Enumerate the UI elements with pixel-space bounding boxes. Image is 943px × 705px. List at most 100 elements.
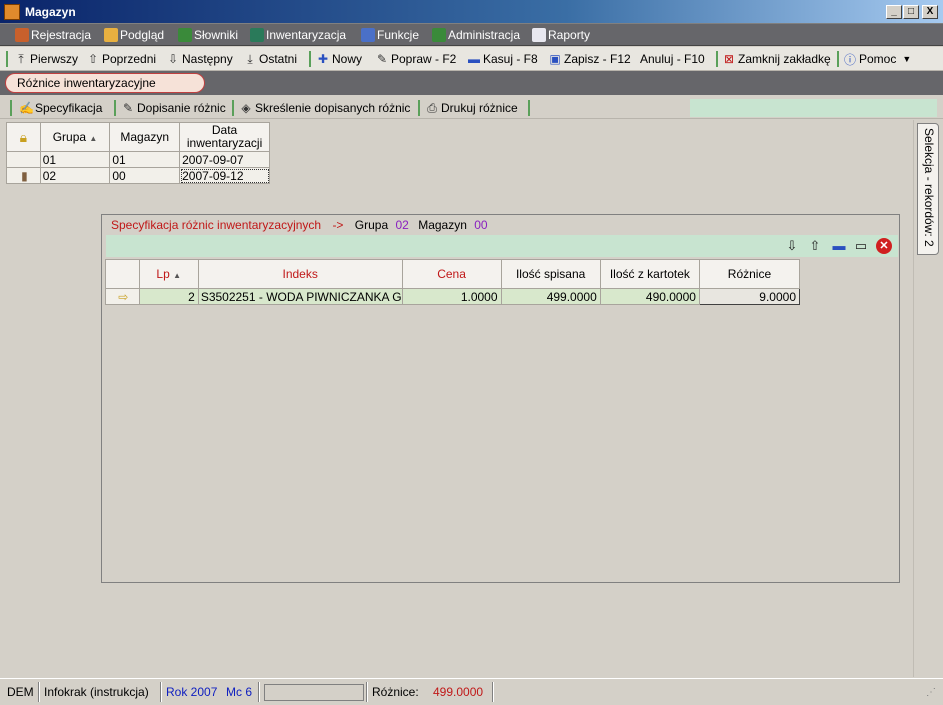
last-record-button[interactable]: ⤓ Ostatni [243,51,297,67]
button-label: Pierwszy [30,52,79,66]
arrow-right-icon: ⇨ [118,289,129,304]
table-row[interactable]: 01 01 2007-09-07 [6,151,270,168]
status-diff-label: Różnice: [372,685,419,699]
minimize-button[interactable]: _ [886,5,902,19]
tab-inventory-differences[interactable]: Różnice inwentaryzacyjne [5,73,205,93]
menu-label: Podgląd [120,28,165,42]
cell-magazyn: 00 [109,167,181,184]
edit-doc-icon: ✍ [19,101,34,115]
status-separator [258,682,260,702]
new-button[interactable]: ✚ Nowy [316,51,362,67]
close-icon[interactable]: ✕ [876,238,892,254]
column-header-magazyn[interactable]: Magazyn [109,122,181,152]
help-button[interactable]: ⓘ Pomoc ▼ [843,51,911,67]
sort-asc-icon: ▲ [89,134,98,143]
column-header-ilosc-kartotek[interactable]: Ilość z kartotek [599,259,700,289]
button-label: Zamknij zakładkę [738,52,831,66]
row-indicator: ⇨ [105,288,140,305]
column-header-grupa[interactable]: Grupa ▲ [39,122,111,152]
button-label: Poprzedni [102,52,157,66]
cell-grupa: 01 [39,151,111,168]
toolbar-separator [114,100,116,116]
menu-preview[interactable]: Podgląd [104,27,164,43]
button-label: Ostatni [259,52,298,66]
save-button[interactable]: ▣ Zapisz - F12 [548,51,630,67]
help-icon: ⓘ [843,52,856,67]
button-label: Kasuj - F8 [483,52,538,66]
menu-label: Inwentaryzacja [266,28,347,42]
button-label: Specyfikacja [35,101,103,115]
maximize-icon[interactable]: ▭ [853,238,869,254]
menu-administration[interactable]: Administracja [432,27,520,43]
delete-button[interactable]: ▬ Kasuj - F8 [467,51,538,67]
plus-icon: ✚ [317,52,329,66]
last-arrow-icon: ⤓ [247,51,253,66]
next-record-button[interactable]: ⇩ Następny [166,51,233,67]
lock-icon: 🔒︎ [19,128,28,145]
app-icon [4,4,20,20]
status-progress-box [264,684,364,701]
edit-button[interactable]: ✎ Popraw - F2 [375,51,456,67]
menu-inventory[interactable]: Inwentaryzacja [250,27,346,43]
specification-button[interactable]: ✍ Specyfikacja [19,100,102,116]
toolbar-separator [716,51,718,67]
menu-registration[interactable]: Rejestracja [15,27,91,43]
specification-window: Specyfikacja różnic inwentaryzacyjnych -… [101,214,900,583]
print-differences-button[interactable]: ⎙ Drukuj różnice [425,100,518,116]
close-tab-button[interactable]: ⊠ Zamknij zakładkę [722,51,831,67]
title-arrow: -> [332,218,344,232]
toolbar-separator [528,100,530,116]
arrow-down-icon: ⇩ [167,52,179,66]
cell-ilosc-kartotek: 490.0000 [599,288,700,305]
toolbar-separator [418,100,420,116]
cell-roznice[interactable]: 9.0000 [698,288,801,305]
menu-functions[interactable]: Funkcje [361,27,419,43]
column-header-indeks[interactable]: Indeks [197,259,403,289]
column-header-cena[interactable]: Cena [401,259,502,289]
status-year: Rok 2007 [166,685,218,699]
side-tab-label: Selekcja - rekordów: 2 [922,128,936,247]
preview-icon [104,28,118,42]
toolbar-separator [837,51,839,67]
menu-dictionaries[interactable]: Słowniki [178,27,238,43]
cell-data: 2007-09-12 [179,167,270,184]
cell-magazyn: 01 [109,151,181,168]
status-diff-value: 499.0000 [433,685,484,699]
button-label: Drukuj różnice [441,101,518,115]
cancel-button[interactable]: Anuluj - F10 [640,51,705,67]
move-down-icon[interactable]: ⇩ [784,238,800,254]
title-bar: Magazyn _ □ X [0,0,943,24]
toolbar-separator [309,51,311,67]
magazyn-label: Magazyn [418,218,467,232]
column-header-data[interactable]: Data inwentaryzacji [179,122,270,152]
maximize-button[interactable]: □ [903,5,919,19]
button-label: Nowy [332,52,363,66]
menu-reports[interactable]: Raporty [532,27,590,43]
previous-record-button[interactable]: ⇧ Poprzedni [86,51,156,67]
minimize-icon[interactable]: ▬ [831,238,847,254]
toolbar-fill [690,99,937,117]
master-grid: 🔒︎ Grupa ▲ Magazyn Data inwentaryzacji 0… [6,122,270,184]
menu-bar: Rejestracja Podgląd Słowniki Inwentaryza… [0,24,943,46]
add-differences-button[interactable]: ✎ Dopisanie różnic [121,100,226,116]
menu-label: Raporty [548,28,591,42]
menu-label: Słowniki [194,28,239,42]
column-header-roznice[interactable]: Różnice [698,259,801,289]
close-window-button[interactable]: X [922,5,938,19]
current-row-icon: ▮ [21,168,28,183]
move-up-icon[interactable]: ⇧ [807,238,823,254]
first-record-button[interactable]: ⤒ Pierwszy [14,51,78,67]
column-header-ilosc-spisana[interactable]: Ilość spisana [500,259,601,289]
column-header-lp[interactable]: Lp ▲ [138,259,199,289]
menu-label: Rejestracja [31,28,92,42]
pencil-icon: ✎ [376,52,388,66]
strike-differences-button[interactable]: ◈ Skreślenie dopisanych różnic [239,100,410,116]
menu-label: Administracja [448,28,521,42]
button-label: Dopisanie różnic [137,101,226,115]
table-row[interactable]: ▮ 02 00 2007-09-12 [6,167,270,184]
resize-grip-icon[interactable]: ⋰ [926,684,936,701]
selection-side-tab[interactable]: Selekcja - rekordów: 2 [917,123,939,255]
toolbar-separator [232,100,234,116]
grupa-label: Grupa [354,218,389,232]
table-row[interactable]: ⇨ 2 S3502251 - WODA PIWNICZANKA G 1.0000… [105,288,801,305]
